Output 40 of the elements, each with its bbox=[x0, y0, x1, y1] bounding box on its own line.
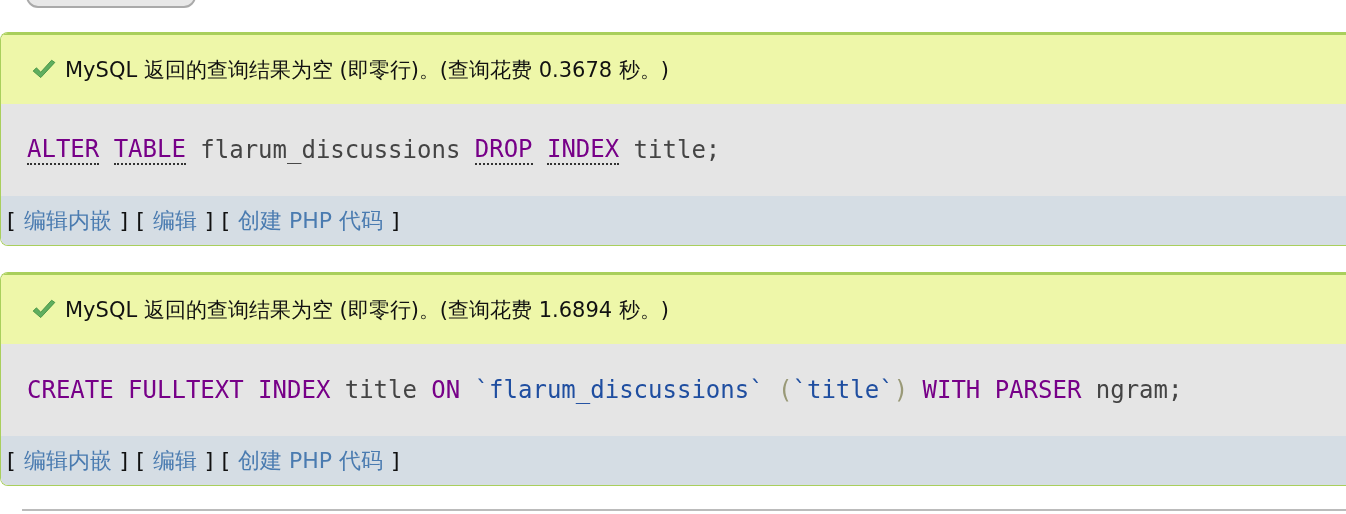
sql-text: ngram; bbox=[1095, 376, 1183, 404]
bracket: [ bbox=[221, 208, 230, 233]
bracket: [ bbox=[136, 448, 145, 473]
bracket: ] bbox=[204, 208, 214, 233]
action-link[interactable]: 编辑内嵌 bbox=[23, 205, 112, 236]
bracket: ] bbox=[391, 208, 400, 233]
sql-keyword-link[interactable]: INDEX bbox=[546, 134, 620, 166]
sql-text: title; bbox=[633, 136, 721, 164]
sql-keyword: WITH bbox=[922, 376, 981, 404]
checkmark-icon bbox=[31, 298, 57, 321]
sql-keyword: INDEX bbox=[258, 376, 331, 404]
bracket: [ bbox=[7, 448, 16, 473]
action-link[interactable]: 创建 PHP 代码 bbox=[237, 205, 384, 236]
sql-keyword-link[interactable]: TABLE bbox=[113, 134, 186, 166]
sql-keyword: PARSER bbox=[994, 376, 1082, 404]
sql-keyword: CREATE bbox=[27, 376, 114, 404]
bracket: ] bbox=[204, 448, 214, 473]
bracket: [ bbox=[7, 208, 16, 233]
bracket: [ bbox=[221, 448, 230, 473]
bracket: ] bbox=[119, 208, 129, 233]
action-link[interactable]: 编辑 bbox=[152, 205, 197, 236]
action-link[interactable]: 编辑 bbox=[152, 445, 197, 476]
sql-identifier: `flarum_discussions` bbox=[474, 376, 764, 404]
sql-text: flarum_discussions bbox=[200, 136, 461, 164]
checkmark-icon bbox=[31, 58, 57, 81]
bracket: ] bbox=[391, 448, 400, 473]
sql-keyword-link[interactable]: DROP bbox=[474, 134, 533, 166]
sql-paren: ( bbox=[778, 376, 793, 404]
action-link[interactable]: 创建 PHP 代码 bbox=[237, 445, 384, 476]
result-message: MySQL 返回的查询结果为空 (即零行)。(查询花费 1.6894 秒。) bbox=[65, 296, 670, 324]
sql-text: title bbox=[344, 376, 417, 404]
sql-paren: ) bbox=[893, 376, 909, 404]
sql-keyword-link[interactable]: ALTER bbox=[27, 134, 100, 166]
sql-identifier: `title` bbox=[792, 376, 894, 404]
sql-keyword: ON bbox=[431, 376, 461, 404]
bracket: [ bbox=[136, 208, 145, 233]
bracket: ] bbox=[119, 448, 129, 473]
action-link[interactable]: 编辑内嵌 bbox=[23, 445, 112, 476]
result-message: MySQL 返回的查询结果为空 (即零行)。(查询花费 0.3678 秒。) bbox=[65, 56, 670, 84]
sql-keyword: FULLTEXT bbox=[128, 376, 244, 404]
